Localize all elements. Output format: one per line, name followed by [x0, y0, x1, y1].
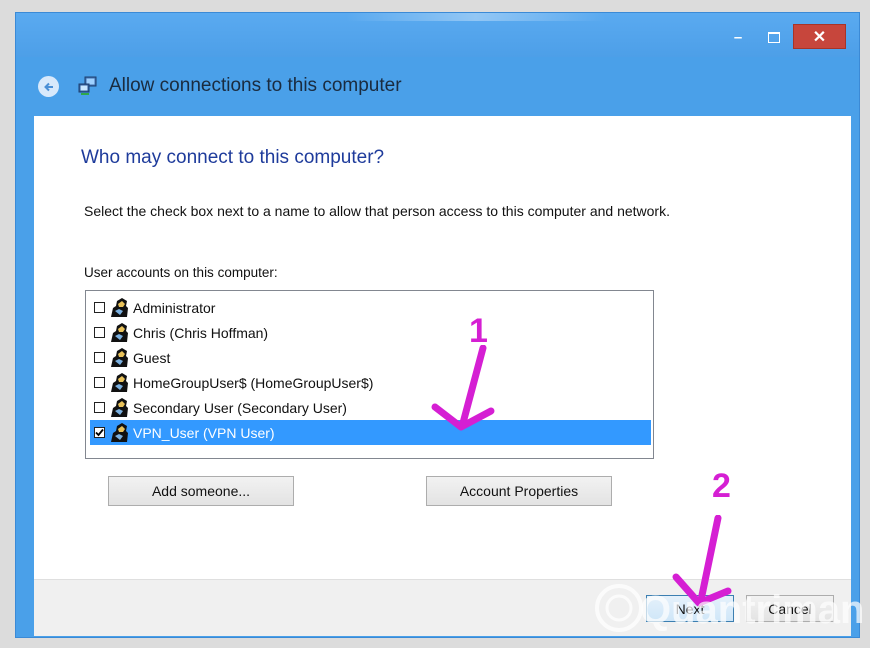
checkmark-icon — [95, 428, 104, 437]
user-icon — [111, 423, 128, 442]
next-button[interactable]: Next — [646, 595, 734, 622]
cancel-button[interactable]: Cancel — [746, 595, 834, 622]
checkbox[interactable] — [94, 377, 105, 388]
user-accounts-list[interactable]: Administrator Chris (Chris Hoffman) Gues… — [85, 290, 654, 459]
footer-bar: Next Cancel — [34, 579, 851, 636]
add-someone-button[interactable]: Add someone... — [108, 476, 294, 506]
step-2-marker: 2 — [712, 467, 731, 505]
user-name: VPN_User (VPN User) — [133, 424, 275, 441]
window-title: Allow connections to this computer — [109, 75, 402, 96]
user-icon — [111, 398, 128, 417]
user-name: Guest — [133, 349, 171, 366]
back-arrow-icon — [43, 82, 53, 91]
maximize-icon — [768, 31, 780, 43]
checkbox-checked[interactable] — [94, 427, 105, 438]
maximize-button[interactable] — [760, 26, 788, 48]
list-item-homegroupuser[interactable]: HomeGroupUser$ (HomeGroupUser$) — [90, 370, 651, 395]
content-panel: Who may connect to this computer? Select… — [34, 116, 851, 579]
user-name: HomeGroupUser$ (HomeGroupUser$) — [133, 374, 374, 391]
minimize-button[interactable]: – — [724, 26, 752, 48]
step-1-marker: 1 — [469, 312, 488, 350]
user-icon — [111, 323, 128, 342]
account-properties-button[interactable]: Account Properties — [426, 476, 612, 506]
network-connection-icon — [78, 76, 97, 95]
close-button[interactable]: ✕ — [793, 24, 846, 49]
nav-row: Allow connections to this computer — [16, 57, 859, 117]
list-item-vpn-user[interactable]: VPN_User (VPN User) — [90, 420, 651, 445]
user-icon — [111, 348, 128, 367]
checkbox[interactable] — [94, 352, 105, 363]
user-icon — [111, 373, 128, 392]
checkbox[interactable] — [94, 302, 105, 313]
user-name: Chris (Chris Hoffman) — [133, 324, 269, 341]
checkbox[interactable] — [94, 327, 105, 338]
user-name: Secondary User (Secondary User) — [133, 399, 347, 416]
dialog-window: – ✕ Allow connections to this computer W… — [15, 12, 860, 638]
instructions-text: Select the check box next to a name to a… — [84, 203, 670, 219]
list-item-chris[interactable]: Chris (Chris Hoffman) — [90, 320, 651, 345]
list-item-secondary-user[interactable]: Secondary User (Secondary User) — [90, 395, 651, 420]
page-heading: Who may connect to this computer? — [81, 147, 385, 168]
checkbox[interactable] — [94, 402, 105, 413]
title-bar[interactable]: – ✕ — [16, 13, 859, 57]
list-item-guest[interactable]: Guest — [90, 345, 651, 370]
list-item-administrator[interactable]: Administrator — [90, 295, 651, 320]
user-icon — [111, 298, 128, 317]
user-name: Administrator — [133, 299, 216, 316]
user-list-label: User accounts on this computer: — [84, 265, 278, 280]
back-button[interactable] — [38, 76, 59, 97]
